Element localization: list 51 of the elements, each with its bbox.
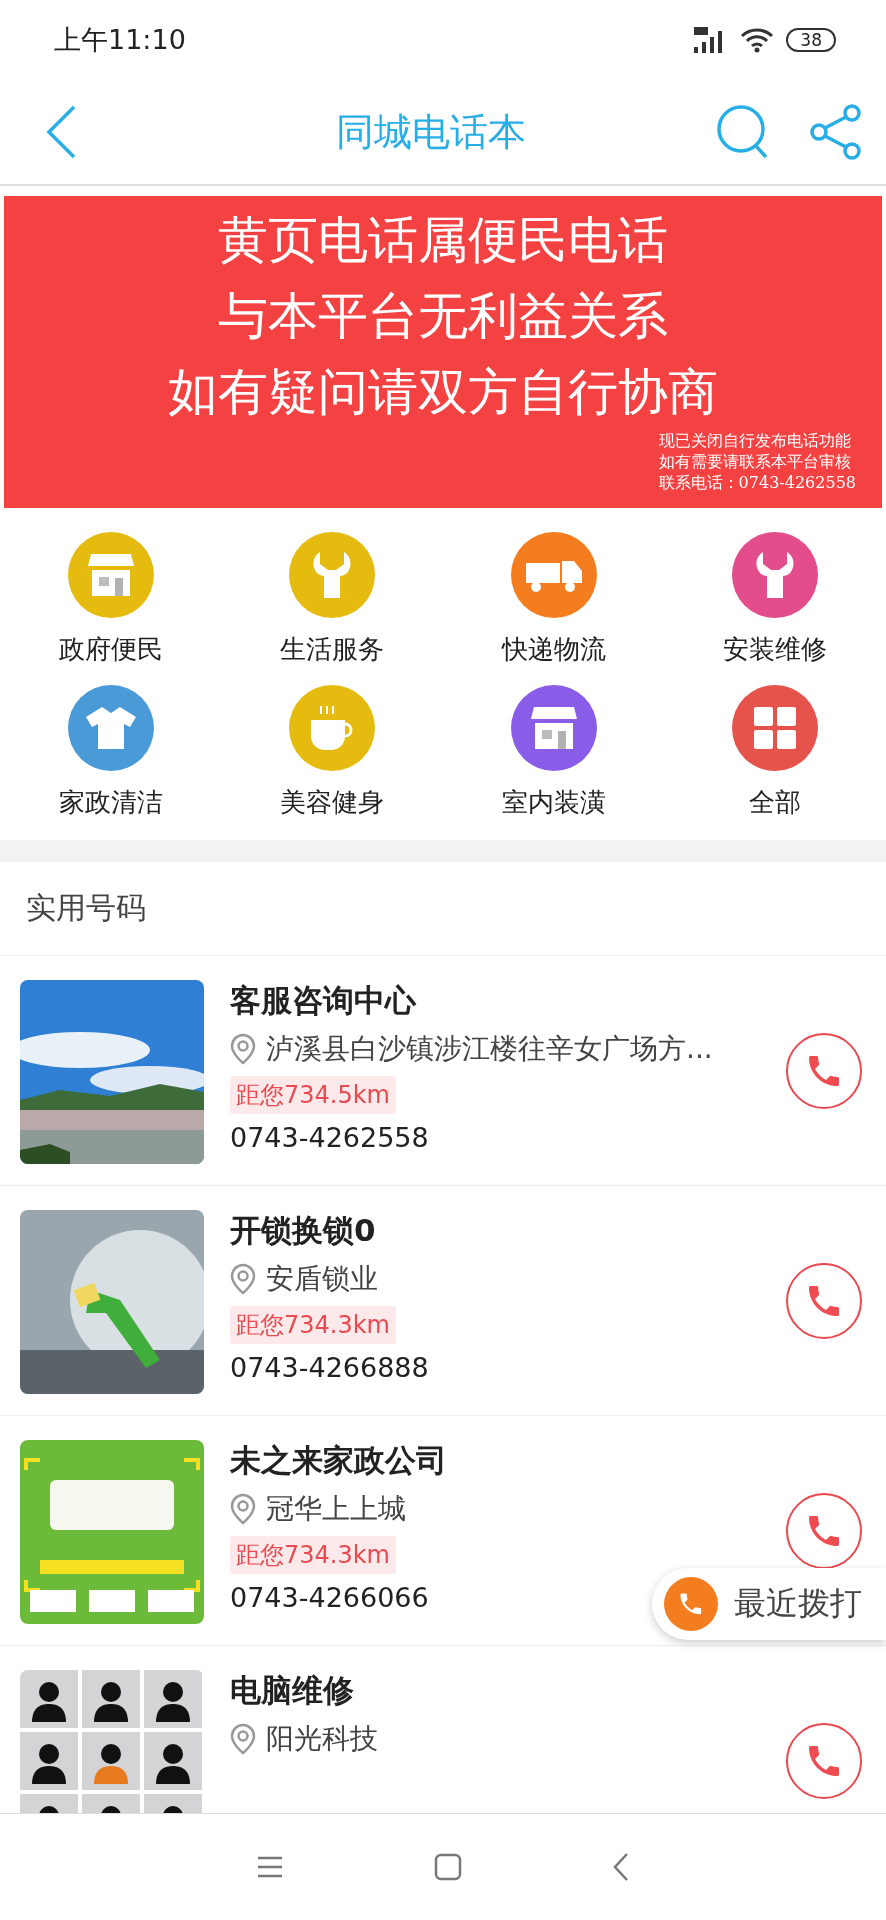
listing-name: 电脑维修 xyxy=(230,1671,354,1710)
location-pin-icon xyxy=(230,1033,256,1065)
listing-row[interactable]: 客服咨询中心 泸溪县白沙镇涉江楼往辛女广场方... 距您734.5km 0743-4262558 xyxy=(0,956,886,1186)
grid-icon xyxy=(754,707,797,749)
back-nav-button[interactable] xyxy=(612,1852,630,1882)
share-button[interactable] xyxy=(810,104,862,160)
banner-headline: 如有疑问请双方自行协商 xyxy=(167,362,719,423)
phone-number: 0743-4266066 xyxy=(230,1582,429,1613)
store-icon xyxy=(86,552,135,598)
category-button[interactable]: 家政清洁 xyxy=(0,681,222,824)
category-button[interactable]: 生活服务 xyxy=(221,528,443,671)
status-time: 上午11:10 xyxy=(54,23,186,57)
banner-note: 如有需要请联系本平台审核 xyxy=(658,451,852,472)
listing-name: 未之来家政公司 xyxy=(230,1441,447,1480)
listing-address: 安盾锁业 xyxy=(266,1261,378,1297)
store-icon xyxy=(529,705,578,751)
back-button[interactable] xyxy=(46,105,76,159)
category-button[interactable]: 美容健身 xyxy=(221,681,443,824)
battery-level: 38 xyxy=(786,28,836,52)
listing-name: 客服咨询中心 xyxy=(230,981,416,1020)
home-button[interactable] xyxy=(434,1853,462,1881)
listing-address: 泸溪县白沙镇涉江楼往辛女广场方... xyxy=(266,1031,713,1067)
phone-number: 0743-4266888 xyxy=(230,1352,429,1383)
distance-tag: 距您734.3km xyxy=(230,1536,396,1574)
listing-address: 冠华上上城 xyxy=(266,1491,406,1527)
listing-address: 阳光科技 xyxy=(266,1721,378,1757)
phone-number: 0743-4262558 xyxy=(230,1122,429,1153)
listing-name: 开锁换锁0 xyxy=(230,1211,376,1250)
category-button[interactable]: 安装维修 xyxy=(664,528,886,671)
category-button[interactable]: 全部 xyxy=(664,681,886,824)
listing-row[interactable]: 开锁换锁0 安盾锁业 距您734.3km 0743-4266888 xyxy=(0,1186,886,1416)
banner-headline: 与本平台无利益关系 xyxy=(217,286,669,347)
banner-headline: 黄页电话属便民电话 xyxy=(217,210,669,271)
category-button[interactable]: 室内装潢 xyxy=(443,681,665,824)
section-title: 实用号码 xyxy=(0,862,886,956)
phone-icon xyxy=(664,1577,718,1631)
distance-tag: 距您734.3km xyxy=(230,1306,396,1344)
banner-note: 现已关闭自行发布电话功能 xyxy=(658,430,852,451)
recent-calls-button[interactable]: 最近拨打 xyxy=(652,1568,886,1640)
location-pin-icon xyxy=(230,1723,256,1755)
location-pin-icon xyxy=(230,1493,256,1525)
menu-button[interactable] xyxy=(256,1855,284,1879)
category-button[interactable]: 政府便民 xyxy=(0,528,222,671)
search-button[interactable] xyxy=(716,104,770,160)
location-pin-icon xyxy=(230,1263,256,1295)
category-button[interactable]: 快递物流 xyxy=(443,528,665,671)
distance-tag: 距您734.5km xyxy=(230,1076,396,1114)
page-title: 同城电话本 xyxy=(335,108,527,156)
wifi-icon xyxy=(740,27,775,53)
shirt-icon xyxy=(83,705,138,751)
banner-note: 联系电话：0743-4262558 xyxy=(658,472,856,493)
